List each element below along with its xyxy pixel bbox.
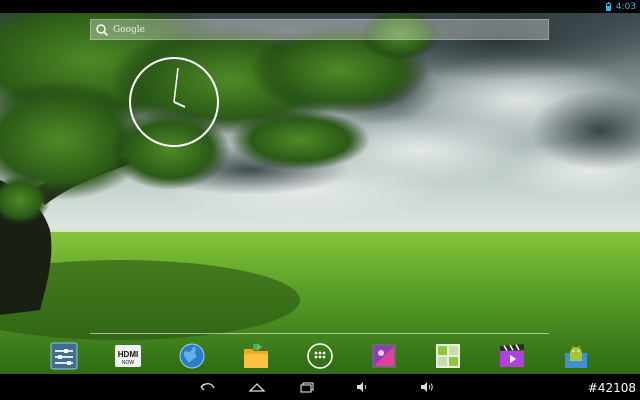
apk-installer-icon [565, 345, 587, 368]
settings-app[interactable] [48, 340, 80, 372]
dock: HDMI NOW [0, 338, 640, 374]
all-apps-button[interactable] [304, 340, 336, 372]
volume-down-button[interactable] [350, 379, 374, 395]
gallery-app[interactable] [368, 340, 400, 372]
navigation-bar [0, 374, 640, 400]
file-manager-icon [244, 343, 268, 368]
minute-hand [173, 67, 179, 103]
watermark-label: #42108 [587, 381, 636, 395]
hdmi-now-app[interactable]: HDMI NOW [112, 340, 144, 372]
volume-up-button[interactable] [415, 379, 439, 395]
google-search-bar[interactable]: Google [90, 19, 549, 40]
dock-divider [90, 333, 549, 334]
status-time: 4:03 [615, 1, 636, 12]
app-store-app[interactable] [432, 340, 464, 372]
apk-installer-app[interactable] [560, 340, 592, 372]
recent-apps-icon [300, 382, 314, 393]
video-player-app[interactable] [496, 340, 528, 372]
settings-icon [50, 342, 78, 370]
status-bar: 4:03 [0, 0, 640, 13]
video-player-icon [500, 344, 524, 367]
browser-app[interactable] [176, 340, 208, 372]
battery-icon [605, 1, 611, 11]
analog-clock-widget[interactable] [128, 56, 220, 148]
search-icon [96, 23, 109, 36]
home-icon [248, 383, 266, 392]
home-screen: 4:03 Google HDMI NOW #42108 [0, 0, 640, 400]
volume-down-icon [357, 382, 367, 392]
app-store-icon [436, 344, 460, 368]
svg-text:NOW: NOW [122, 360, 135, 366]
search-label: Google [113, 24, 145, 35]
status-icons: 4:03 [605, 0, 636, 13]
hour-hand [173, 101, 186, 108]
browser-globe-icon [179, 343, 205, 369]
hdmi-now-icon: HDMI NOW [115, 345, 141, 367]
home-button[interactable] [245, 379, 269, 395]
svg-text:HDMI: HDMI [118, 350, 138, 359]
recent-apps-button[interactable] [295, 379, 319, 395]
back-button[interactable] [195, 379, 219, 395]
gallery-icon [372, 344, 396, 368]
all-apps-icon [307, 343, 333, 369]
volume-up-icon [421, 382, 433, 392]
back-icon [200, 383, 215, 391]
file-manager-app[interactable] [240, 340, 272, 372]
